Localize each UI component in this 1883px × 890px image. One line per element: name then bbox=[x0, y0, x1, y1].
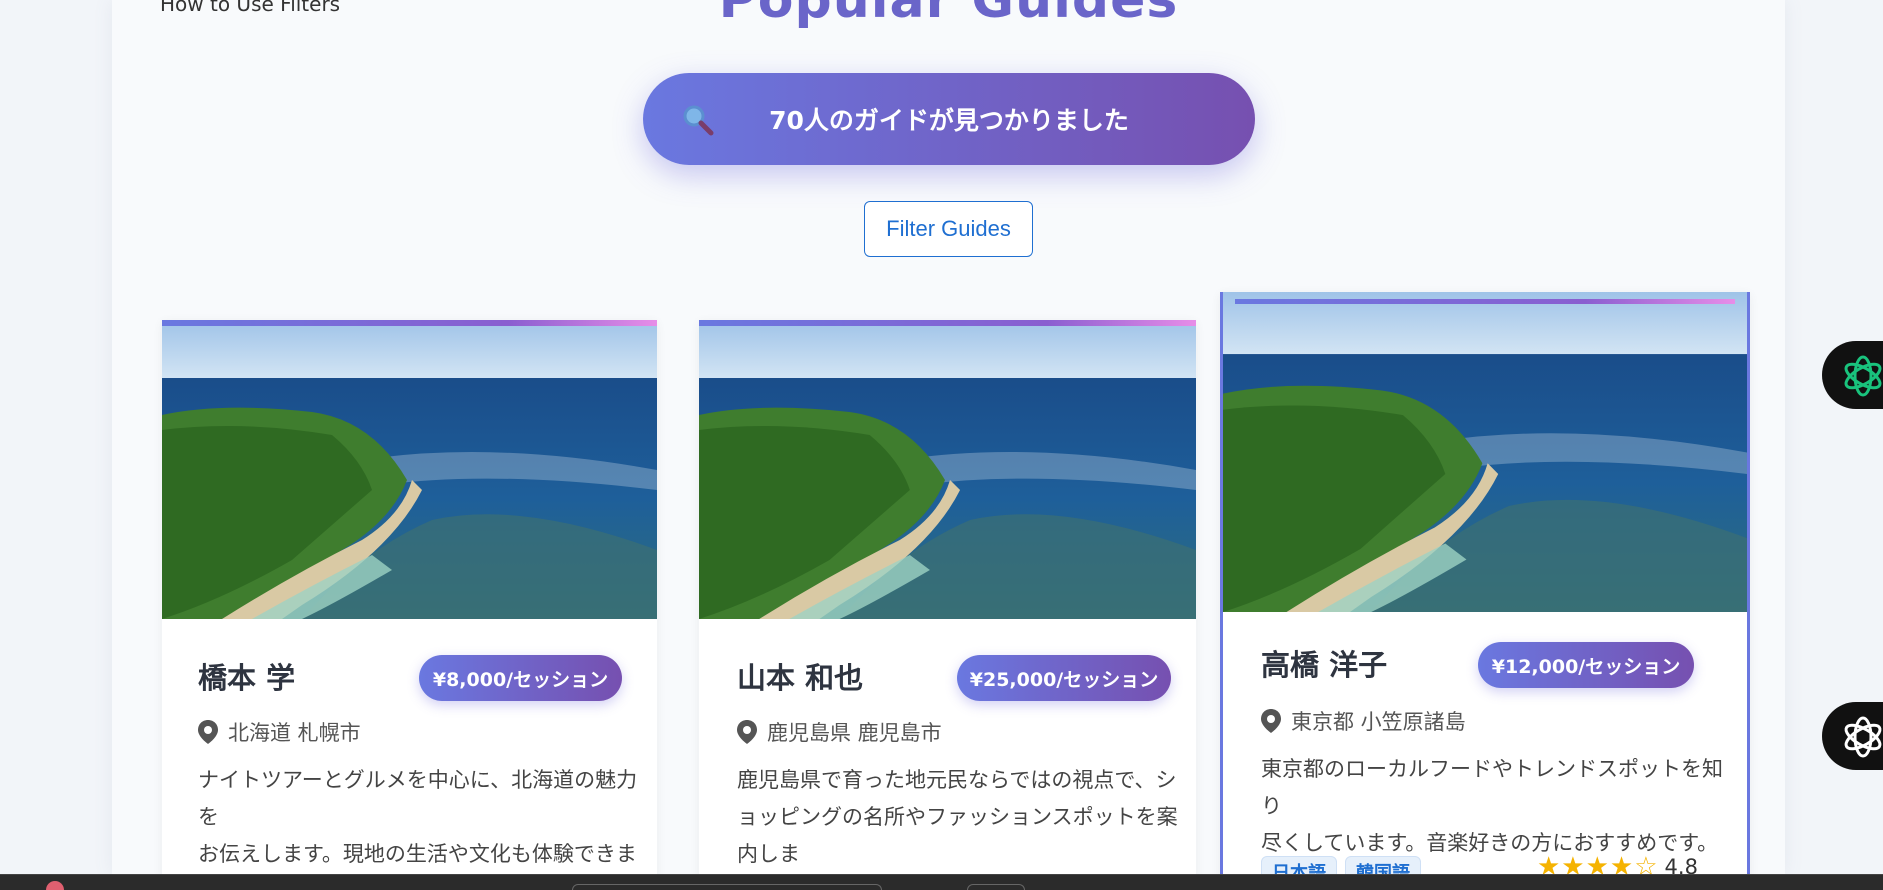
description-line: ナイトツアーとグルメを中心に、北海道の魅力を bbox=[198, 768, 638, 829]
card-accent-bar bbox=[162, 320, 657, 326]
guide-description: 鹿児島県で育った地元民ならではの視点で、シ ョッピングの名所やファッションスポッ… bbox=[737, 762, 1187, 880]
guide-description: ナイトツアーとグルメを中心に、北海道の魅力を お伝えします。現地の生活や文化も体… bbox=[198, 762, 638, 880]
page-title: Popular Guides bbox=[718, 0, 1179, 30]
description-line: お伝えします。現地の生活や文化も体験できま bbox=[198, 842, 637, 866]
description-line: ョッピングの名所やファッションスポットを案内しま bbox=[737, 805, 1178, 866]
location-pin-icon bbox=[198, 720, 218, 744]
guide-photo bbox=[162, 320, 657, 619]
chatgpt-sidebar-button[interactable] bbox=[1822, 341, 1883, 409]
price-badge: ¥8,000/セッション bbox=[419, 655, 622, 701]
guide-name: 橋本 学 bbox=[198, 661, 296, 695]
openai-icon bbox=[1844, 355, 1882, 397]
taskbar-item[interactable] bbox=[967, 884, 1025, 890]
guide-location: 北海道 札幌市 bbox=[198, 717, 361, 747]
card-accent-bar bbox=[1235, 299, 1735, 304]
guide-photo bbox=[1223, 292, 1747, 612]
guide-name: 山本 和也 bbox=[737, 661, 864, 695]
guide-name: 高橋 洋子 bbox=[1261, 648, 1388, 682]
openai-icon bbox=[1844, 716, 1882, 758]
guide-location: 鹿児島県 鹿児島市 bbox=[737, 717, 942, 747]
results-count-text: 70人のガイドが見つかりました bbox=[769, 106, 1129, 135]
location-text: 鹿児島県 鹿児島市 bbox=[767, 721, 942, 745]
description-line: 東京都のローカルフードやトレンドスポットを知り bbox=[1261, 757, 1723, 818]
location-pin-icon bbox=[737, 720, 757, 744]
location-text: 東京都 小笠原諸島 bbox=[1291, 710, 1466, 734]
filter-guides-button[interactable]: Filter Guides bbox=[864, 201, 1033, 257]
main-content: How to Use Filters Popular Guides 70人のガイ… bbox=[112, 0, 1785, 882]
guide-photo bbox=[699, 320, 1196, 619]
notification-badge bbox=[46, 881, 64, 890]
results-count-banner: 70人のガイドが見つかりました bbox=[643, 73, 1255, 165]
price-badge: ¥12,000/セッション bbox=[1478, 642, 1694, 688]
location-pin-icon bbox=[1261, 709, 1281, 733]
guide-location: 東京都 小笠原諸島 bbox=[1261, 706, 1466, 736]
taskbar bbox=[0, 874, 1883, 890]
price-badge: ¥25,000/セッション bbox=[957, 655, 1171, 701]
guide-description: 東京都のローカルフードやトレンドスポットを知り 尽くしています。音楽好きの方にお… bbox=[1261, 751, 1731, 862]
card-accent-bar bbox=[699, 320, 1196, 326]
description-line: 鹿児島県で育った地元民ならではの視点で、シ bbox=[737, 768, 1177, 792]
guide-card[interactable]: 橋本 学 ¥8,000/セッション 北海道 札幌市 ナイトツアーとグルメを中心に… bbox=[162, 320, 657, 880]
guide-card-hovered[interactable]: 高橋 洋子 ¥12,000/セッション 東京都 小笠原諸島 東京都のローカルフー… bbox=[1220, 292, 1750, 882]
sidebar-assistant-button[interactable] bbox=[1822, 702, 1883, 770]
taskbar-item[interactable] bbox=[572, 884, 882, 890]
guide-card[interactable]: 山本 和也 ¥25,000/セッション 鹿児島県 鹿児島市 鹿児島県で育った地元… bbox=[699, 320, 1196, 880]
location-text: 北海道 札幌市 bbox=[228, 721, 361, 745]
